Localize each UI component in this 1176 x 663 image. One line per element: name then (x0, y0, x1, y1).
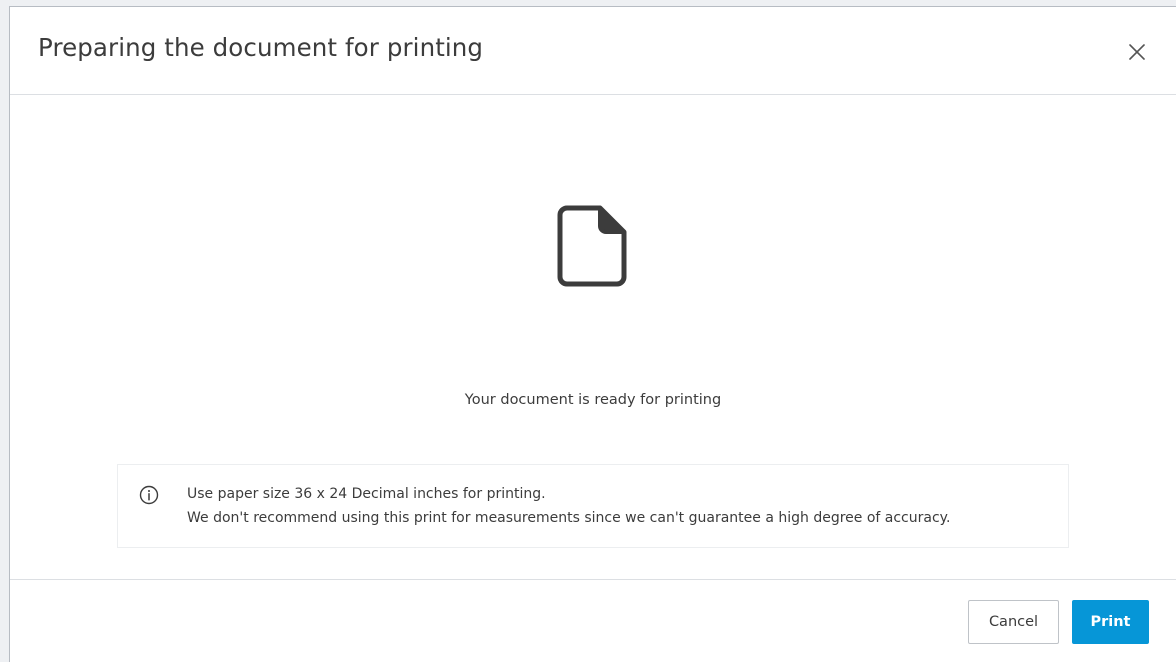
info-text-paper-size: Use paper size 36 x 24 Decimal inches fo… (187, 486, 546, 502)
print-dialog: Preparing the document for printing Your… (9, 6, 1176, 662)
status-message: Your document is ready for printing (464, 392, 722, 408)
print-button[interactable]: Print (1072, 600, 1149, 644)
dialog-title: Preparing the document for printing (38, 33, 484, 62)
document-icon (557, 205, 627, 287)
dialog-header: Preparing the document for printing (10, 7, 1176, 95)
info-notice: Use paper size 36 x 24 Decimal inches fo… (117, 464, 1069, 548)
close-button[interactable] (1126, 41, 1148, 63)
close-icon (1129, 44, 1145, 60)
info-icon (139, 485, 159, 505)
cancel-button[interactable]: Cancel (968, 600, 1059, 644)
dialog-footer: Cancel Print (10, 579, 1176, 663)
info-text-accuracy-warning: We don't recommend using this print for … (187, 510, 951, 526)
